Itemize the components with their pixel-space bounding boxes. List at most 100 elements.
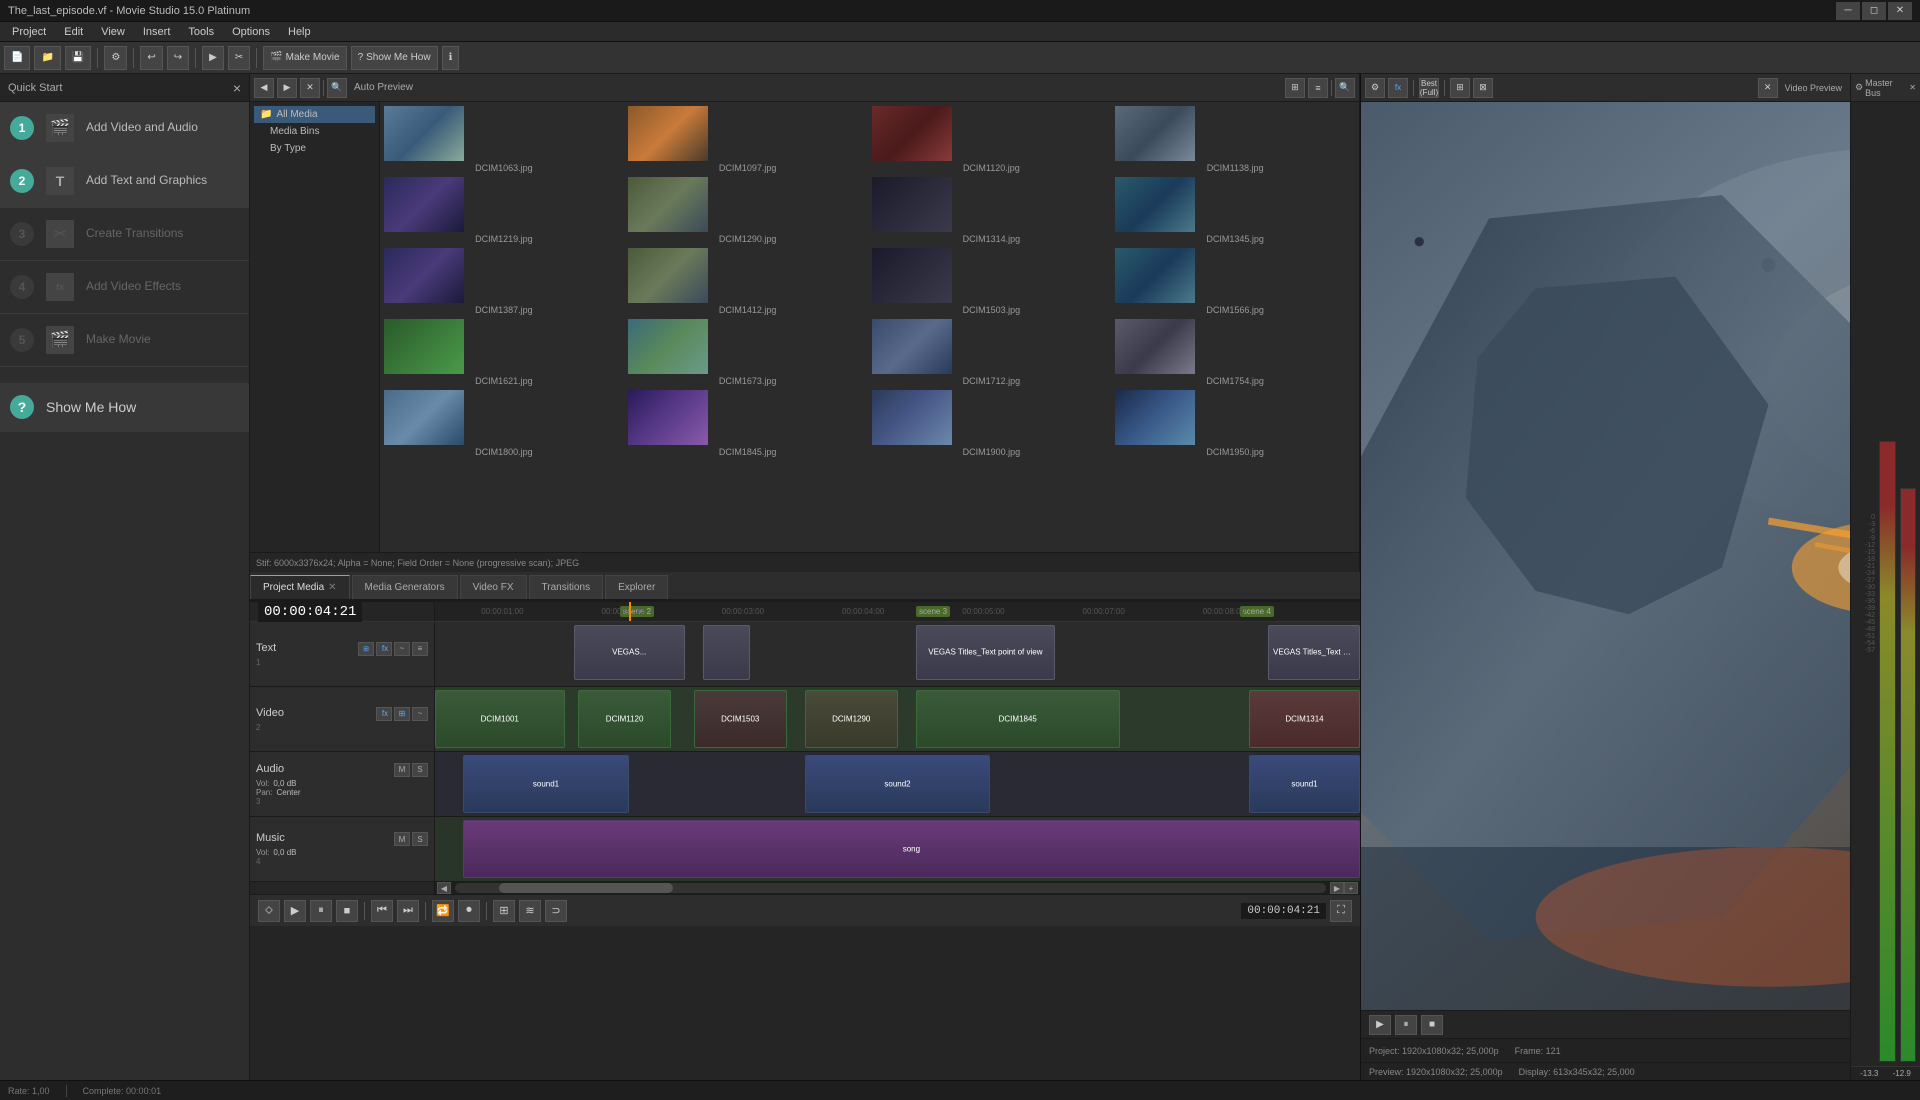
text-clip-2[interactable]	[703, 625, 749, 679]
thumb-1800[interactable]: DCIM1800.jpg	[384, 390, 624, 457]
music-clip-1[interactable]: song	[463, 820, 1360, 878]
restore-button[interactable]: ◻	[1862, 2, 1886, 20]
thumb-1314[interactable]: DCIM1314.jpg	[872, 177, 1112, 244]
scroll-track[interactable]	[455, 883, 1326, 893]
menu-insert[interactable]: Insert	[135, 24, 179, 40]
tab-media-generators[interactable]: Media Generators	[352, 575, 458, 599]
music-track-mute[interactable]: M	[394, 832, 410, 846]
settings-button[interactable]: ⚙	[104, 46, 127, 70]
thumb-1063[interactable]: DCIM1063.jpg	[384, 106, 624, 173]
video-track-compose[interactable]: ⊞	[394, 707, 410, 721]
video-clip-1[interactable]: DCIM1001	[435, 690, 565, 748]
show-me-how-button[interactable]: ? Show Me How	[351, 46, 438, 70]
thumb-1387[interactable]: DCIM1387.jpg	[384, 248, 624, 315]
menu-edit[interactable]: Edit	[56, 24, 91, 40]
audio-track-solo[interactable]: S	[412, 763, 428, 777]
quickstart-step-2[interactable]: 2 T Add Text and Graphics	[0, 155, 249, 208]
tree-media-bins[interactable]: Media Bins	[254, 123, 375, 140]
media-search[interactable]: 🔍	[327, 78, 347, 98]
thumb-1621[interactable]: DCIM1621.jpg	[384, 319, 624, 386]
scroll-left-btn[interactable]: ◀	[437, 882, 451, 894]
thumb-1120[interactable]: DCIM1120.jpg	[872, 106, 1112, 173]
make-movie-button[interactable]: 🎬 Make Movie	[263, 46, 346, 70]
open-button[interactable]: 📁	[34, 46, 60, 70]
media-up[interactable]: ✕	[300, 78, 320, 98]
video-track-envelope[interactable]: ~	[412, 707, 428, 721]
video-clip-2[interactable]: DCIM1120	[578, 690, 671, 748]
audio-clip-3[interactable]: sound1	[1249, 755, 1360, 813]
cursor-tool[interactable]: ▶	[202, 46, 224, 70]
new-button[interactable]: 📄	[4, 46, 30, 70]
menu-options[interactable]: Options	[224, 24, 278, 40]
audio-clip-1[interactable]: sound1	[463, 755, 630, 813]
thumb-1345[interactable]: DCIM1345.jpg	[1115, 177, 1355, 244]
thumb-1712[interactable]: DCIM1712.jpg	[872, 319, 1112, 386]
preview-quality[interactable]: Best (Full)	[1419, 78, 1439, 98]
text-track-fx[interactable]: fx	[376, 642, 392, 656]
media-view-list[interactable]: ≡	[1308, 78, 1328, 98]
minimize-button[interactable]: ─	[1836, 2, 1860, 20]
tree-by-type[interactable]: By Type	[254, 140, 375, 157]
thumb-1503[interactable]: DCIM1503.jpg	[872, 248, 1112, 315]
text-track-menu[interactable]: ≡	[412, 642, 428, 656]
prev-play[interactable]: ▶	[1369, 1015, 1391, 1035]
timeline-stop[interactable]: ■	[336, 900, 358, 922]
timeline-auto-ripple[interactable]: ≋	[519, 900, 541, 922]
media-zoom[interactable]: 🔍	[1335, 78, 1355, 98]
thumb-1950[interactable]: DCIM1950.jpg	[1115, 390, 1355, 457]
thumb-1097[interactable]: DCIM1097.jpg	[628, 106, 868, 173]
close-button[interactable]: ✕	[1888, 2, 1912, 20]
quickstart-step-3[interactable]: 3 ✂ Create Transitions	[0, 208, 249, 261]
timeline-pause[interactable]: ⏸	[310, 900, 332, 922]
media-view-grid[interactable]: ⊞	[1285, 78, 1305, 98]
media-forward[interactable]: ▶	[277, 78, 297, 98]
preview-close[interactable]: ✕	[1758, 78, 1778, 98]
tree-all-media[interactable]: 📁 All Media	[254, 106, 375, 123]
master-close[interactable]: ✕	[1909, 83, 1916, 92]
quickstart-step-4[interactable]: 4 fx Add Video Effects	[0, 261, 249, 314]
video-clip-4[interactable]: DCIM1290	[805, 690, 898, 748]
quickstart-step-1[interactable]: 1 🎬 Add Video and Audio	[0, 102, 249, 155]
thumb-1845[interactable]: DCIM1845.jpg	[628, 390, 868, 457]
text-track-compose[interactable]: ⊞	[358, 642, 374, 656]
audio-clip-2[interactable]: sound2	[805, 755, 990, 813]
quickstart-step-5[interactable]: 5 🎬 Make Movie	[0, 314, 249, 367]
text-clip-4[interactable]: VEGAS Titles_Text aut...	[1268, 625, 1361, 679]
tab-video-fx[interactable]: Video FX	[460, 575, 527, 599]
video-clip-6[interactable]: DCIM1314	[1249, 690, 1360, 748]
timeline-fullscreen[interactable]: ⛶	[1330, 900, 1352, 922]
timeline-record[interactable]: ⏺	[458, 900, 480, 922]
timeline-snap[interactable]: ⊞	[493, 900, 515, 922]
playhead[interactable]	[629, 602, 631, 621]
save-button[interactable]: 💾	[65, 46, 91, 70]
scroll-expand[interactable]: +	[1344, 882, 1358, 894]
video-track-fx[interactable]: fx	[376, 707, 392, 721]
audio-track-mute[interactable]: M	[394, 763, 410, 777]
quickstart-close[interactable]: ×	[233, 80, 241, 96]
thumb-1290[interactable]: DCIM1290.jpg	[628, 177, 868, 244]
thumb-1900[interactable]: DCIM1900.jpg	[872, 390, 1112, 457]
prev-stop[interactable]: ■	[1421, 1015, 1443, 1035]
preview-grid[interactable]: ⊞	[1450, 78, 1470, 98]
timeline-cross-fade[interactable]: ⊃	[545, 900, 567, 922]
text-clip-1[interactable]: VEGAS...	[574, 625, 685, 679]
tab-project-media[interactable]: Project Media ✕	[250, 575, 350, 599]
text-clip-3[interactable]: VEGAS Titles_Text point of view	[916, 625, 1055, 679]
prev-pause[interactable]: ⏸	[1395, 1015, 1417, 1035]
thumb-1412[interactable]: DCIM1412.jpg	[628, 248, 868, 315]
preview-fx[interactable]: fx	[1388, 78, 1408, 98]
thumb-1219[interactable]: DCIM1219.jpg	[384, 177, 624, 244]
menu-tools[interactable]: Tools	[180, 24, 222, 40]
video-clip-5[interactable]: DCIM1845	[916, 690, 1120, 748]
timeline-loop[interactable]: 🔁	[432, 900, 454, 922]
scroll-right-btn[interactable]: ▶	[1330, 882, 1344, 894]
thumb-1566[interactable]: DCIM1566.jpg	[1115, 248, 1355, 315]
thumb-1754[interactable]: DCIM1754.jpg	[1115, 319, 1355, 386]
preview-fit[interactable]: ⊠	[1473, 78, 1493, 98]
media-back[interactable]: ◀	[254, 78, 274, 98]
tab-explorer[interactable]: Explorer	[605, 575, 668, 599]
video-clip-3[interactable]: DCIM1503	[694, 690, 787, 748]
thumb-1673[interactable]: DCIM1673.jpg	[628, 319, 868, 386]
undo-button[interactable]: ↩	[140, 46, 162, 70]
menu-project[interactable]: Project	[4, 24, 54, 40]
